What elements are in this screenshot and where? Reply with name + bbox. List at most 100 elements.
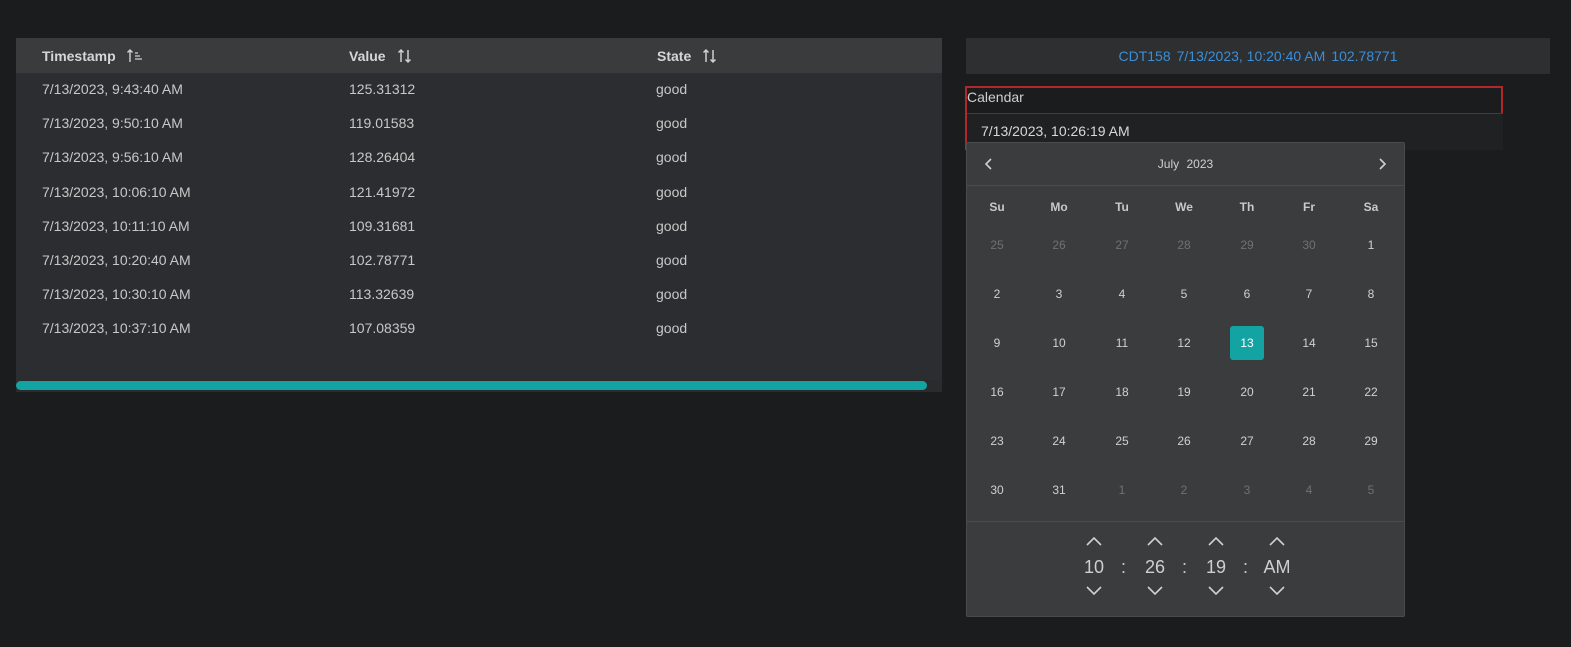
day-cell[interactable]: 23 [980, 424, 1014, 458]
data-table: Timestamp Value State 7/13/2023, 9:43:40… [16, 38, 942, 392]
day-cell[interactable]: 22 [1354, 375, 1388, 409]
month-year-title[interactable]: July 2023 [967, 157, 1404, 171]
info-value: 102.78771 [1331, 48, 1398, 64]
minute-increment-button[interactable] [1135, 535, 1175, 551]
meridiem-spinner: AM [1257, 535, 1297, 605]
day-cell[interactable]: 2 [980, 277, 1014, 311]
cell-value: 125.31312 [349, 81, 416, 97]
table-row[interactable]: 7/13/2023, 9:50:10 AM 119.01583 good [16, 107, 942, 141]
meridiem-toggle-down-button[interactable] [1257, 583, 1297, 599]
second-value[interactable]: 19 [1196, 551, 1236, 583]
day-cell[interactable]: 30 [980, 473, 1014, 507]
weekday-label: Mo [1050, 200, 1068, 214]
weekday-label: Fr [1303, 200, 1315, 214]
hour-value[interactable]: 10 [1074, 551, 1114, 583]
cell-state: good [656, 183, 688, 200]
day-cell[interactable]: 8 [1354, 277, 1388, 311]
day-cell[interactable]: 18 [1105, 375, 1139, 409]
minute-decrement-button[interactable] [1135, 583, 1175, 599]
day-cell[interactable]: 29 [1354, 424, 1388, 458]
hour-increment-button[interactable] [1074, 535, 1114, 551]
horizontal-scrollbar[interactable] [16, 380, 942, 392]
day-cell-outside-month[interactable]: 4 [1292, 473, 1326, 507]
meridiem-toggle-up-button[interactable] [1257, 535, 1297, 551]
day-cell[interactable]: 3 [1042, 277, 1076, 311]
table-row[interactable]: 7/13/2023, 10:06:10 AM 121.41972 good [16, 176, 942, 210]
minute-value[interactable]: 26 [1135, 551, 1175, 583]
next-month-button[interactable] [1372, 154, 1392, 174]
column-header-state[interactable]: State [657, 38, 719, 73]
table-row[interactable]: 7/13/2023, 10:11:10 AM 109.31681 good [16, 210, 942, 244]
meridiem-value[interactable]: AM [1257, 551, 1297, 583]
day-cell-outside-month[interactable]: 1 [1105, 473, 1139, 507]
hour-decrement-button[interactable] [1074, 583, 1114, 599]
day-cell[interactable]: 5 [1167, 277, 1201, 311]
sort-ascending-icon[interactable] [126, 47, 144, 65]
day-cell-outside-month[interactable]: 3 [1230, 473, 1264, 507]
day-cell[interactable]: 4 [1105, 277, 1139, 311]
day-cell-outside-month[interactable]: 25 [980, 228, 1014, 262]
day-cell[interactable]: 7 [1292, 277, 1326, 311]
table-row[interactable]: 7/13/2023, 10:30:10 AM 113.32639 good [16, 278, 942, 312]
day-cell-outside-month[interactable]: 5 [1354, 473, 1388, 507]
table-row[interactable]: 7/13/2023, 9:56:10 AM 128.26404 good [16, 141, 942, 175]
day-cell[interactable]: 9 [980, 326, 1014, 360]
cell-state: good [656, 115, 688, 132]
time-separator: : [1182, 557, 1188, 577]
day-cell-outside-month[interactable]: 27 [1105, 228, 1139, 262]
scrollbar-thumb[interactable] [16, 381, 927, 390]
column-header-value[interactable]: Value [349, 38, 414, 73]
cell-timestamp: 7/13/2023, 9:50:10 AM [42, 115, 183, 132]
day-cell[interactable]: 16 [980, 375, 1014, 409]
day-cell[interactable]: 19 [1167, 375, 1201, 409]
chevron-up-icon [1086, 536, 1102, 546]
day-cell[interactable]: 15 [1354, 326, 1388, 360]
day-cell[interactable]: 28 [1292, 424, 1326, 458]
day-cell[interactable]: 12 [1167, 326, 1201, 360]
day-cell[interactable]: 14 [1292, 326, 1326, 360]
day-cell-outside-month[interactable]: 29 [1230, 228, 1264, 262]
day-cell-outside-month[interactable]: 28 [1167, 228, 1201, 262]
cell-state: good [656, 149, 688, 166]
chevron-up-icon [1269, 536, 1285, 546]
day-cell[interactable]: 20 [1230, 375, 1264, 409]
day-cell-outside-month[interactable]: 30 [1292, 228, 1326, 262]
month-label: July [1157, 157, 1180, 171]
day-cell[interactable]: 17 [1042, 375, 1076, 409]
column-header-timestamp[interactable]: Timestamp [42, 38, 144, 73]
sort-toggle-icon[interactable] [396, 47, 414, 65]
table-row[interactable]: 7/13/2023, 9:43:40 AM 125.31312 good [16, 73, 942, 107]
page: Timestamp Value State 7/13/2023, 9:43:40… [0, 0, 1571, 647]
cell-value: 102.78771 [349, 251, 416, 268]
day-cell[interactable]: 21 [1292, 375, 1326, 409]
day-cell[interactable]: 26 [1167, 424, 1201, 458]
day-cell-outside-month[interactable]: 26 [1042, 228, 1076, 262]
day-cell[interactable]: 10 [1042, 326, 1076, 360]
second-increment-button[interactable] [1196, 535, 1236, 551]
day-cell[interactable]: 24 [1042, 424, 1076, 458]
column-header-label: Value [349, 47, 386, 64]
cell-state: good [656, 251, 688, 268]
cell-value: 107.08359 [349, 320, 416, 337]
weekday-label: Su [989, 200, 1005, 214]
cell-value: 128.26404 [349, 149, 416, 166]
day-cell[interactable]: 27 [1230, 424, 1264, 458]
day-cell-selected[interactable]: 13 [1230, 326, 1264, 360]
day-cell[interactable]: 31 [1042, 473, 1076, 507]
cell-state: good [656, 320, 688, 337]
sort-toggle-icon[interactable] [701, 47, 719, 65]
day-cell[interactable]: 25 [1105, 424, 1139, 458]
day-cell[interactable]: 1 [1354, 228, 1388, 262]
second-decrement-button[interactable] [1196, 583, 1236, 599]
table-row[interactable]: 7/13/2023, 10:37:10 AM 107.08359 good [16, 312, 942, 346]
day-cell-outside-month[interactable]: 2 [1167, 473, 1201, 507]
cell-value: 113.32639 [349, 286, 415, 303]
day-cell[interactable]: 6 [1230, 277, 1264, 311]
table-row[interactable]: 7/13/2023, 10:20:40 AM 102.78771 good [16, 244, 942, 278]
divider [967, 521, 1404, 522]
calendar-label: Calendar [967, 89, 1024, 105]
day-cell[interactable]: 11 [1105, 326, 1139, 360]
info-timestamp: 7/13/2023, 10:20:40 AM [1176, 48, 1326, 64]
second-spinner: 19 [1196, 535, 1236, 605]
cell-state: good [656, 286, 688, 303]
